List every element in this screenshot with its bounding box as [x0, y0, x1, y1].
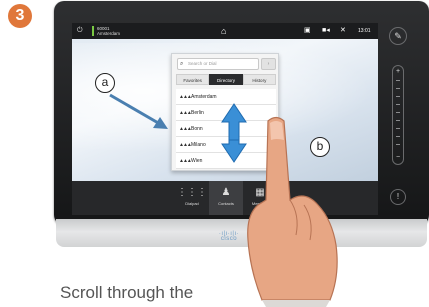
rail-tick — [396, 88, 400, 89]
touch-screen[interactable]: ⏻ 60001 Amsterdam ⌂ ▣ ■◂ ✕ 13:01 ⌕ Searc… — [72, 23, 378, 215]
brand-logo: ·ı|ı·ı|ı· cisco — [218, 231, 240, 242]
list-item[interactable]: ▲▲▲ Amsterdam — [176, 89, 276, 105]
search-placeholder: Search or Dial — [188, 61, 217, 66]
camera-icon[interactable]: ■◂ — [322, 27, 330, 35]
group-icon: ▲▲▲ — [179, 126, 192, 132]
search-icon: ⌕ — [180, 61, 184, 67]
rail-tick — [396, 144, 400, 145]
rail-tick — [396, 104, 400, 105]
touch-device: ·ı|ı·ı|ı· cisco ✎ + − ! ⏻ 60001 Amsterdam… — [54, 1, 429, 249]
meetings-label: Meetings — [251, 201, 269, 206]
rail-tick — [396, 112, 400, 113]
entry-name: Wien — [191, 158, 203, 164]
directory-list[interactable]: ▲▲▲ Amsterdam ▲▲▲ Berlin ▲▲▲ Bonn ▲▲▲ Milano… — [176, 89, 276, 169]
search-input[interactable]: ⌕ Search or Dial — [177, 58, 259, 70]
rail-tick — [396, 80, 400, 81]
dialpad-button[interactable]: ⋮⋮⋮ Dialpad — [175, 181, 209, 215]
contacts-label: Contacts — [218, 201, 234, 206]
bottom-bar: ⋮⋮⋮ Dialpad ♟ Contacts ▦ Meetings — [72, 181, 378, 215]
step-badge: 3 — [8, 4, 32, 28]
volume-down-icon[interactable]: − — [393, 154, 403, 161]
clock: 13:01 — [358, 28, 371, 34]
volume-rail[interactable]: + − — [392, 65, 404, 165]
group-icon: ▲▲▲ — [179, 142, 192, 148]
dialpad-label: Dialpad — [185, 201, 199, 206]
entry-name: Milano — [191, 142, 206, 148]
group-icon: ▲▲▲ — [179, 94, 192, 100]
layout-icon[interactable]: ▣ — [304, 27, 311, 35]
volume-up-icon[interactable]: + — [393, 68, 403, 75]
contacts-button[interactable]: ♟ Contacts — [209, 181, 243, 215]
rail-tick — [396, 120, 400, 121]
list-item[interactable]: ▲▲▲ Bonn — [176, 121, 276, 137]
directory-tabs: Favorites Directory History — [176, 74, 276, 85]
tab-favorites[interactable]: Favorites — [176, 74, 210, 85]
callout-b: b — [310, 137, 330, 157]
power-icon[interactable]: ⏻ — [77, 27, 85, 35]
rail-tick — [396, 128, 400, 129]
system-name: Amsterdam — [97, 31, 121, 36]
info-button[interactable]: ! — [390, 189, 406, 205]
caption-text: Scroll through the — [60, 283, 194, 302]
contacts-icon: ♟ — [221, 187, 231, 198]
tab-history[interactable]: History — [242, 74, 276, 85]
status-bar: ⏻ 60001 Amsterdam ⌂ ▣ ■◂ ✕ 13:01 — [72, 23, 378, 39]
list-item[interactable]: ▲▲▲ Wien — [176, 153, 276, 169]
directory-dialog: ⌕ Search or Dial › Favorites Directory H… — [171, 53, 279, 171]
list-item[interactable]: ▲▲▲ Berlin — [176, 105, 276, 121]
rail-tick — [396, 96, 400, 97]
mic-mute-button[interactable]: ✎ — [389, 27, 407, 45]
search-submit-button[interactable]: › — [261, 58, 276, 70]
entry-name: Amsterdam — [191, 94, 217, 100]
meetings-icon: ▦ — [255, 187, 265, 198]
mute-icon[interactable]: ✕ — [340, 27, 346, 35]
dialpad-icon: ⋮⋮⋮ — [177, 187, 207, 198]
meetings-button[interactable]: ▦ Meetings — [243, 181, 277, 215]
entry-name: Berlin — [191, 110, 204, 116]
group-icon: ▲▲▲ — [179, 110, 192, 116]
entry-name: Bonn — [191, 126, 203, 132]
list-item[interactable]: ▲▲▲ Milano — [176, 137, 276, 153]
group-icon: ▲▲▲ — [179, 158, 192, 164]
tab-directory[interactable]: Directory — [209, 74, 243, 85]
system-info: 60001 Amsterdam — [97, 26, 120, 36]
rail-tick — [396, 136, 400, 137]
callout-a: a — [95, 73, 115, 93]
status-indicator — [92, 26, 94, 36]
home-icon[interactable]: ⌂ — [221, 26, 226, 36]
